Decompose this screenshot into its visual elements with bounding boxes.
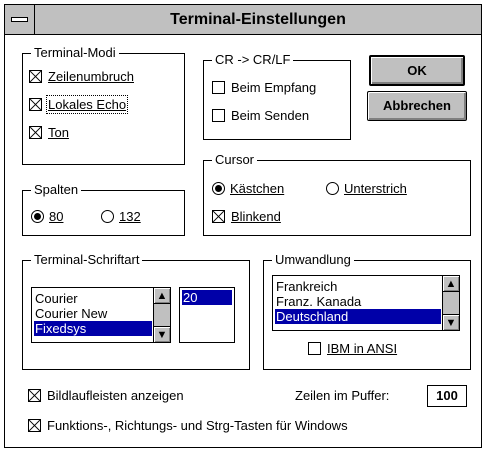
puffer-input[interactable]: 100 <box>427 385 467 407</box>
cr-lf-group: CR -> CR/LF Beim Empfang Beim Senden <box>203 52 351 140</box>
funktionstasten-checkbox[interactable]: Funktions-, Richtungs- und Strg-Tasten f… <box>28 417 348 435</box>
radio-unselected-icon <box>326 182 339 195</box>
radio-selected-icon <box>212 182 225 195</box>
ton-label: Ton <box>48 125 69 140</box>
scroll-down-arrow-icon[interactable]: ▼ <box>443 314 459 330</box>
checkbox-checked-icon <box>28 389 41 402</box>
font-item-courier[interactable]: Courier <box>34 291 78 306</box>
beim-senden-checkbox[interactable]: Beim Senden <box>212 107 309 125</box>
checkbox-unchecked-icon <box>308 342 321 355</box>
bildlaufleisten-label: Bildlaufleisten anzeigen <box>47 388 184 403</box>
umwandlung-scrollbar[interactable]: ▲ ▼ <box>442 276 459 330</box>
cursor-group: Cursor Kästchen Unterstrich Blinkend <box>203 152 471 236</box>
funktionstasten-label: Funktions-, Richtungs- und Strg-Tasten f… <box>47 418 348 433</box>
lokales-echo-checkbox[interactable]: Lokales Echo <box>29 95 129 114</box>
zeilenumbruch-checkbox[interactable]: Zeilenumbruch <box>29 68 134 86</box>
puffer-label: Zeilen im Puffer: <box>295 388 390 403</box>
terminal-modes-group: Terminal-Modi Zeilenumbruch Lokales Echo… <box>22 45 185 165</box>
checkbox-checked-icon <box>29 98 42 111</box>
ibm-in-ansi-label: IBM in ANSI <box>327 341 398 356</box>
checkbox-checked-icon <box>212 210 225 223</box>
spalten-132-radio[interactable]: 132 <box>101 208 141 226</box>
checkbox-unchecked-icon <box>212 109 225 122</box>
blinkend-checkbox[interactable]: Blinkend <box>212 208 281 226</box>
abbrechen-button[interactable]: Abbrechen <box>367 91 467 121</box>
umwandlung-item-deutschland[interactable]: Deutschland <box>275 309 441 324</box>
font-item-fixedsys[interactable]: Fixedsys <box>34 321 152 336</box>
kaestchen-radio[interactable]: Kästchen <box>212 180 284 198</box>
system-menu-icon <box>11 17 28 22</box>
kaestchen-label: Kästchen <box>230 181 285 196</box>
scroll-down-arrow-icon[interactable]: ▼ <box>154 326 170 342</box>
umwandlung-item-franz-kanada[interactable]: Franz. Kanada <box>275 294 361 309</box>
ok-button[interactable]: OK <box>369 55 465 86</box>
terminal-settings-dialog: Terminal-Einstellungen Terminal-Modi Zei… <box>4 4 482 448</box>
beim-empfang-checkbox[interactable]: Beim Empfang <box>212 79 316 97</box>
unterstrich-radio[interactable]: Unterstrich <box>326 180 407 198</box>
schriftart-label: Terminal-Schriftart <box>31 252 143 268</box>
checkbox-unchecked-icon <box>212 81 225 94</box>
font-listbox[interactable]: Courier Courier New Fixedsys ▲ ▼ <box>31 287 171 343</box>
umwandlung-group: Umwandlung Frankreich Franz. Kanada Deut… <box>263 252 471 370</box>
cr-lf-label: CR -> CR/LF <box>212 52 294 68</box>
beim-empfang-label: Beim Empfang <box>231 80 317 95</box>
spalten-80-radio[interactable]: 80 <box>31 208 63 226</box>
window-title: Terminal-Einstellungen <box>170 11 346 28</box>
umwandlung-label: Umwandlung <box>272 252 354 268</box>
spalten-label: Spalten <box>31 182 82 198</box>
umwandlung-listbox[interactable]: Frankreich Franz. Kanada Deutschland ▲ ▼ <box>272 275 460 331</box>
ton-checkbox[interactable]: Ton <box>29 124 69 142</box>
umwandlung-item-frankreich[interactable]: Frankreich <box>275 279 337 294</box>
schriftart-group: Terminal-Schriftart Courier Courier New … <box>22 252 250 370</box>
radio-selected-icon <box>31 210 44 223</box>
system-menu-button[interactable] <box>5 5 35 34</box>
font-item-courier-new[interactable]: Courier New <box>34 306 107 321</box>
terminal-modes-label: Terminal-Modi <box>31 45 119 61</box>
spalten-group: Spalten 80 132 <box>22 182 185 236</box>
font-scrollbar[interactable]: ▲ ▼ <box>153 288 170 342</box>
spalten-132-label: 132 <box>119 209 141 224</box>
checkbox-checked-icon <box>28 419 41 432</box>
checkbox-checked-icon <box>29 70 42 83</box>
font-size-item[interactable]: 20 <box>182 290 232 305</box>
spalten-80-label: 80 <box>49 209 64 224</box>
font-size-listbox[interactable]: 20 <box>179 287 235 343</box>
beim-senden-label: Beim Senden <box>231 108 310 123</box>
blinkend-label: Blinkend <box>231 209 281 224</box>
radio-unselected-icon <box>101 210 114 223</box>
title-bar: Terminal-Einstellungen <box>5 5 481 35</box>
bildlaufleisten-checkbox[interactable]: Bildlaufleisten anzeigen <box>28 387 184 405</box>
lokales-echo-label: Lokales Echo <box>45 95 129 114</box>
scroll-up-arrow-icon[interactable]: ▲ <box>154 288 170 304</box>
ibm-in-ansi-checkbox[interactable]: IBM in ANSI <box>308 340 397 358</box>
scroll-up-arrow-icon[interactable]: ▲ <box>443 276 459 292</box>
unterstrich-label: Unterstrich <box>344 181 407 196</box>
zeilenumbruch-label: Zeilenumbruch <box>48 69 134 84</box>
checkbox-checked-icon <box>29 126 42 139</box>
cursor-label: Cursor <box>212 152 258 168</box>
